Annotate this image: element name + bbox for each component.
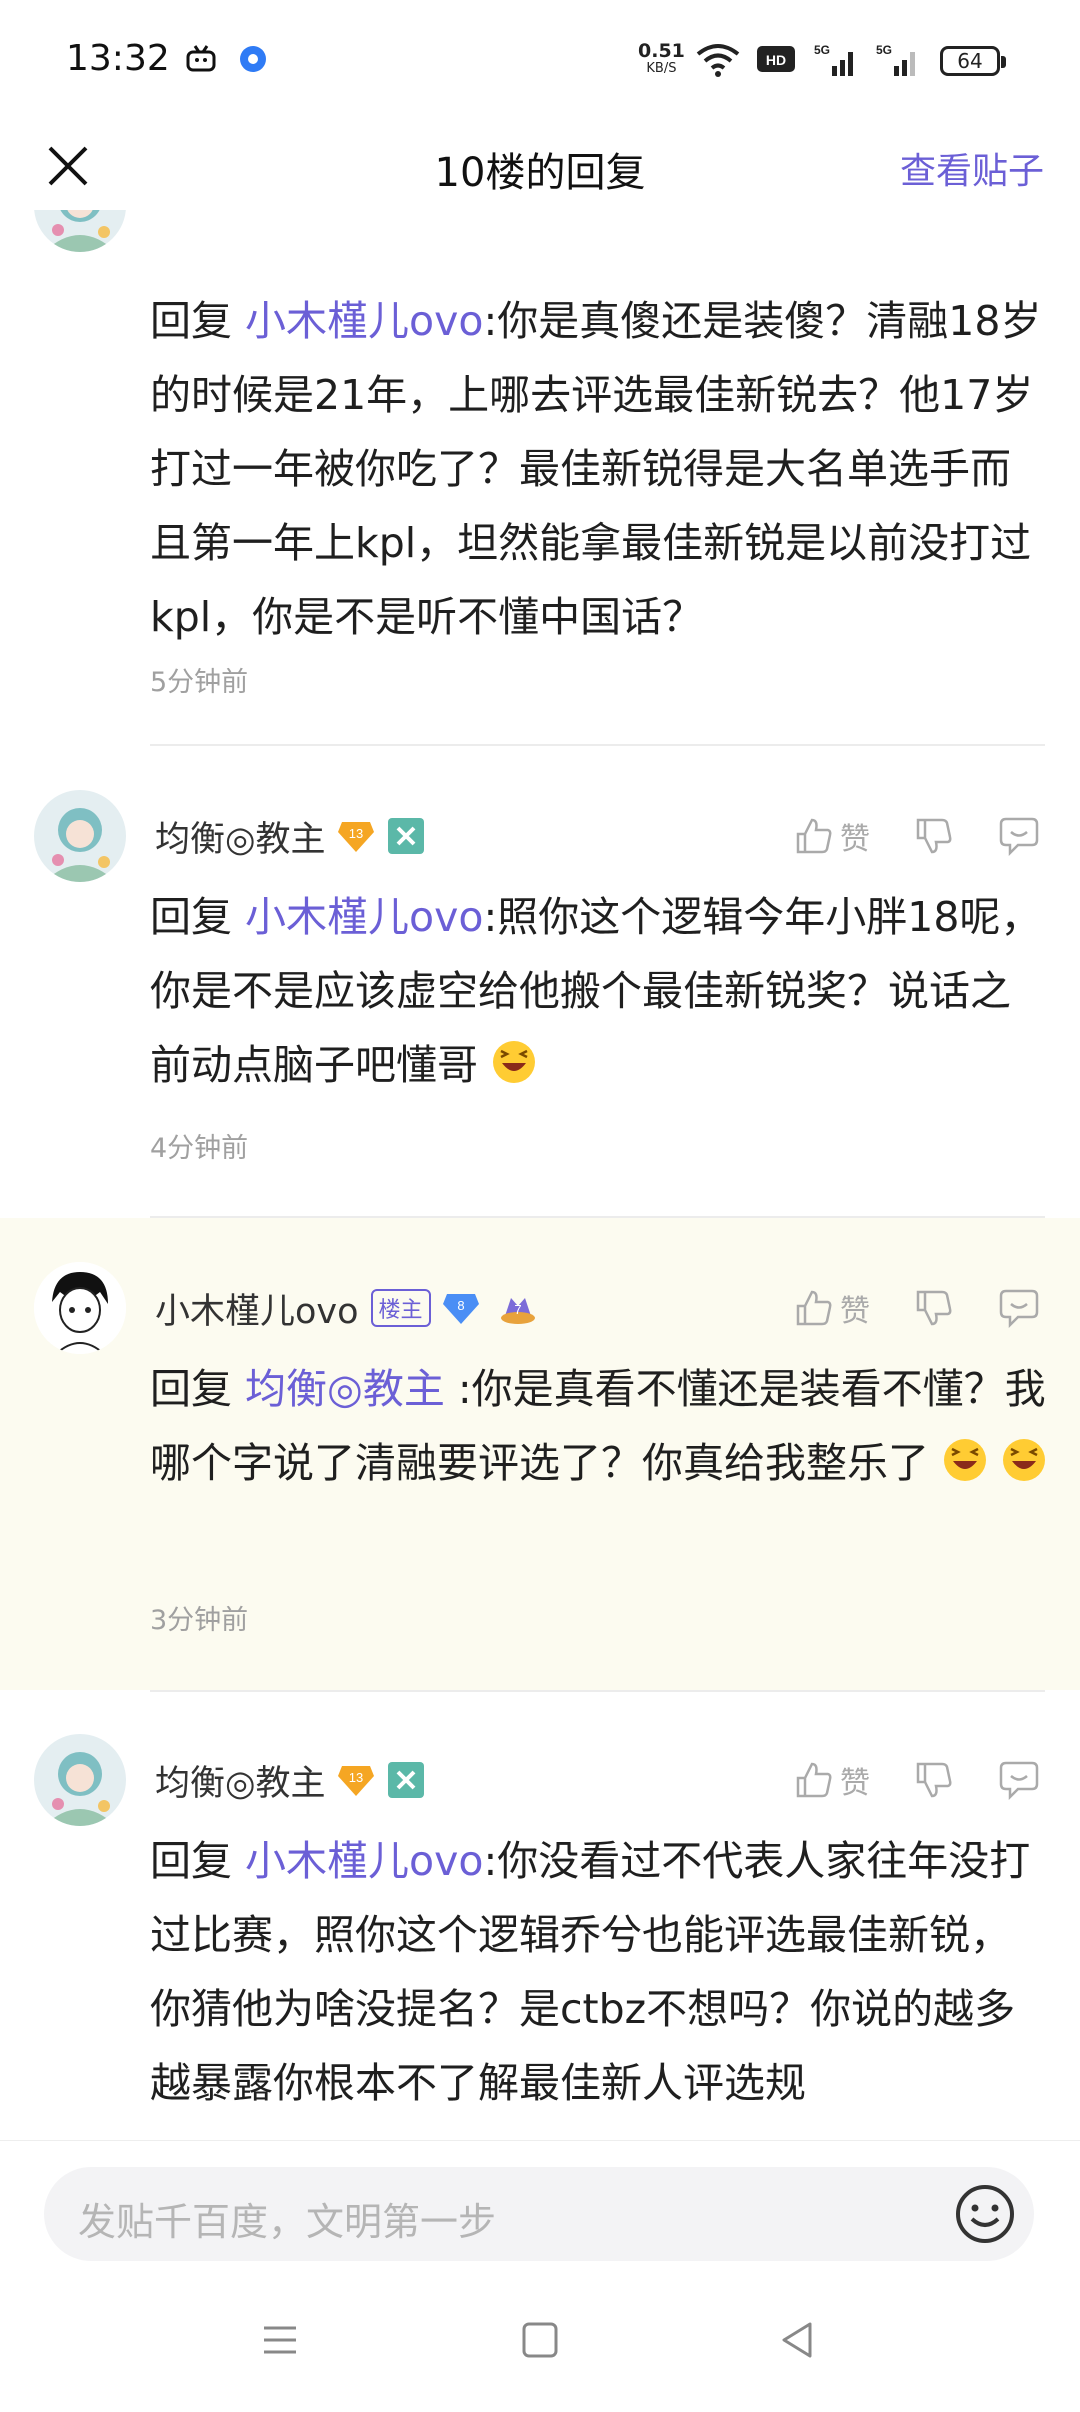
level-badge: 13 [336, 1762, 376, 1798]
like-button[interactable]: 赞 [794, 1286, 870, 1330]
username[interactable]: 均衡◎教主 [155, 811, 326, 862]
signal-icon-1: 5G [814, 43, 853, 76]
username[interactable]: 小木槿儿ovo [155, 1283, 359, 1334]
like-label: 赞 [840, 822, 870, 857]
dislike-button[interactable] [914, 1288, 954, 1328]
view-post-link[interactable]: 查看贴子 [900, 142, 1044, 194]
comment-button[interactable] [998, 816, 1040, 856]
avatar[interactable] [34, 790, 126, 882]
reply-time: 4分钟前 [150, 1133, 249, 1164]
level2-badge: 7 [497, 1288, 539, 1328]
reply-body: 回复 均衡◎教主 :你是真看不懂还是装看不懂？我哪个字说了清融要评选了？你真给我… [150, 1352, 1050, 1500]
system-nav-bar [0, 2270, 1080, 2412]
status-bar: 13:32 0.51 KB/S HD 5G 5G 64 [0, 0, 1080, 120]
hd-icon: HD [757, 46, 795, 72]
comment-button[interactable] [998, 1760, 1040, 1800]
reply-item: 均衡◎教主 13 赞 回复 小木槿儿ovo:你没看过不代表人家往年没打过比赛，照… [0, 1690, 1080, 2140]
wifi-icon [696, 44, 740, 77]
net-speed-unit: KB/S [646, 61, 677, 76]
member-badge-icon [386, 816, 426, 856]
page-header: 10楼的回复 查看贴子 [0, 120, 1080, 210]
like-button[interactable]: 赞 [794, 1758, 870, 1802]
mention-link[interactable]: 小木槿儿ovo [245, 297, 483, 345]
browser-app-icon [240, 46, 266, 72]
reply-meta: 小木槿儿ovo 楼主 8 7 [155, 1278, 539, 1338]
member-badge-icon [386, 1760, 426, 1800]
back-icon[interactable] [776, 2318, 820, 2362]
net-speed: 0.51 KB/S [638, 42, 685, 78]
comment-icon [999, 817, 1039, 856]
reply-time: 5分钟前 [150, 667, 249, 698]
menu-icon[interactable] [258, 2318, 302, 2362]
reply-meta: 均衡◎教主 13 [155, 806, 426, 866]
reply-prefix: 回复 [150, 893, 246, 941]
tv-app-icon [186, 45, 216, 72]
comment-icon [999, 1289, 1039, 1328]
status-time: 13:32 [66, 38, 170, 79]
reply-body: 回复 小木槿儿ovo:你是真傻还是装傻？清融18岁的时候是21年，上哪去评选最佳… [150, 284, 1050, 654]
reply-item: 回复 小木槿儿ovo:你是真傻还是装傻？清融18岁的时候是21年，上哪去评选最佳… [0, 200, 1080, 746]
thumb-down-icon [916, 1762, 952, 1798]
like-button[interactable]: 赞 [794, 814, 870, 858]
reply-prefix: 回复 [150, 1365, 246, 1413]
reply-body: 回复 小木槿儿ovo:你没看过不代表人家往年没打过比赛，照你这个逻辑乔兮也能评选… [150, 1824, 1050, 2120]
reply-prefix: 回复 [150, 1837, 246, 1885]
comment-icon [999, 1761, 1039, 1800]
reply-actions: 赞 [750, 1750, 1040, 1810]
reply-body: 回复 小木槿儿ovo:照你这个逻辑今年小胖18呢，你是不是应该虚空给他搬个最佳新… [150, 880, 1050, 1102]
emoji-icon[interactable] [954, 2183, 1016, 2245]
reply-actions: 赞 [750, 806, 1040, 866]
reply-item: 均衡◎教主 13 赞 回复 小木槿儿ovo:照你这个逻辑今年小胖18呢，你是不是… [0, 746, 1080, 1218]
signal-icon-2: 5G [876, 43, 915, 76]
reply-meta: 均衡◎教主 13 [155, 1750, 426, 1810]
divider [150, 1690, 1045, 1692]
thumb-up-icon [796, 1290, 832, 1326]
mention-link[interactable]: 均衡◎教主 [245, 1365, 445, 1413]
laugh-emoji-icon [1003, 1439, 1046, 1481]
svg-text:HD: HD [766, 52, 786, 68]
username[interactable]: 均衡◎教主 [155, 1755, 326, 1806]
dislike-button[interactable] [914, 816, 954, 856]
level-number: 13 [348, 1770, 362, 1785]
thumb-up-icon [796, 1762, 832, 1798]
laugh-emoji-icon [493, 1041, 536, 1083]
reply-list[interactable]: 回复 小木槿儿ovo:你是真傻还是装傻？清融18岁的时候是21年，上哪去评选最佳… [0, 200, 1080, 2140]
mention-link[interactable]: 小木槿儿ovo [245, 893, 483, 941]
svg-text:5G: 5G [814, 43, 830, 57]
mention-link[interactable]: 小木槿儿ovo [245, 1837, 483, 1885]
level2-number: 7 [514, 1302, 521, 1317]
laugh-emoji-icon [944, 1439, 987, 1481]
battery-indicator: 64 [940, 46, 1006, 76]
level-badge: 13 [336, 818, 376, 854]
comment-button[interactable] [998, 1288, 1040, 1328]
reply-text: :你是真傻还是装傻？清融18岁的时候是21年，上哪去评选最佳新锐去？他17岁打过… [150, 297, 1042, 641]
comment-bar: 发贴千百度，文明第一步 [0, 2140, 1080, 2271]
like-label: 赞 [840, 1766, 870, 1801]
dislike-button[interactable] [914, 1760, 954, 1800]
reply-time: 3分钟前 [150, 1605, 249, 1636]
level-number: 13 [348, 826, 362, 841]
thumb-up-icon [796, 818, 832, 854]
like-label: 赞 [840, 1294, 870, 1329]
reply-item-owner: 小木槿儿ovo 楼主 8 7 赞 回复 均衡◎教主 :你是真看不懂还是装看不懂？… [0, 1218, 1080, 1690]
level-number: 8 [457, 1298, 464, 1313]
svg-text:5G: 5G [876, 43, 892, 57]
comment-input[interactable]: 发贴千百度，文明第一步 [44, 2167, 1034, 2261]
level-badge: 8 [441, 1290, 481, 1326]
home-icon[interactable] [518, 2318, 562, 2362]
thumb-down-icon [916, 818, 952, 854]
net-speed-value: 0.51 [638, 40, 685, 62]
avatar[interactable] [34, 1734, 126, 1826]
comment-placeholder: 发贴千百度，文明第一步 [78, 2200, 497, 2244]
owner-badge: 楼主 [370, 1289, 431, 1327]
avatar[interactable] [34, 1262, 126, 1354]
reply-actions: 赞 [750, 1278, 1040, 1338]
thumb-down-icon [916, 1290, 952, 1326]
reply-prefix: 回复 [150, 297, 246, 345]
